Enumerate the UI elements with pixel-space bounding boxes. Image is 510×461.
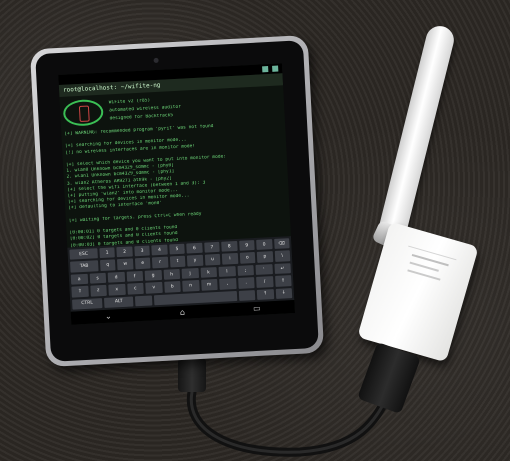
recent-apps-icon[interactable]: ▭ <box>253 304 261 313</box>
banner-text: WiFite v2 (r85) automated wireless audito… <box>109 96 182 122</box>
back-icon[interactable]: ⌄ <box>105 312 112 321</box>
adapter-label <box>391 245 457 318</box>
keyboard-key[interactable]: \ <box>274 250 291 262</box>
keyboard-key[interactable]: ' <box>255 263 273 276</box>
keyboard-key[interactable]: 2 <box>116 246 133 258</box>
keyboard-key[interactable]: ⇧ <box>274 275 292 287</box>
keyboard-key[interactable]: p <box>256 251 273 263</box>
keyboard-key[interactable]: r <box>152 256 169 269</box>
wifi-icon <box>262 66 269 73</box>
home-icon[interactable]: ⌂ <box>180 308 186 317</box>
banner-line: designed for Backtrack5 <box>109 113 174 122</box>
keyboard-key[interactable]: 9 <box>238 240 255 252</box>
keyboard-key[interactable]: s <box>89 272 107 284</box>
keyboard-key[interactable]: . <box>237 277 255 289</box>
keyboard-key[interactable]: ↑ <box>256 288 274 300</box>
keyboard-key[interactable]: 4 <box>151 244 168 256</box>
terminal-output: WiFite v2 (r85) automated wireless audito… <box>62 87 288 267</box>
onscreen-keyboard[interactable]: ESC 1 2 3 4 5 6 7 8 9 0 ⌫ TAB q w e r t y u i o p \ a s d f g h j k l; ' ↵… <box>67 236 295 312</box>
keyboard-key[interactable]: 0 <box>256 239 273 251</box>
keyboard-key[interactable]: q <box>99 259 116 271</box>
keyboard-key[interactable]: ↓ <box>275 287 293 299</box>
photo-scene: root@localhost: ~/wifite-ng WiFite v2 (r… <box>0 0 510 461</box>
keyboard-key[interactable]: 1 <box>99 247 116 259</box>
keyboard-key[interactable]: w <box>117 258 134 271</box>
keyboard-key[interactable]: b <box>163 281 181 293</box>
keyboard-key[interactable]: y <box>187 255 204 267</box>
keyboard-key[interactable]: 5 <box>168 243 185 255</box>
keyboard-key[interactable]: , <box>219 278 237 290</box>
tablet-device: root@localhost: ~/wifite-ng WiFite v2 (r… <box>29 34 325 368</box>
keyboard-key[interactable]: h <box>163 268 181 281</box>
keyboard-key[interactable]: ESC <box>69 248 98 261</box>
keyboard-key[interactable]: TAB <box>70 260 99 273</box>
keyboard-key[interactable]: z <box>89 285 107 297</box>
keyboard-key[interactable]: CTRL <box>71 297 103 310</box>
micro-usb-plug <box>178 358 206 392</box>
front-camera <box>153 57 159 64</box>
keyboard-key[interactable]: c <box>126 283 144 295</box>
keyboard-key[interactable]: ; <box>236 264 254 277</box>
keyboard-key[interactable]: o <box>239 252 256 264</box>
tablet-screen: root@localhost: ~/wifite-ng WiFite v2 (r… <box>58 63 296 325</box>
keyboard-key[interactable]: e <box>134 257 151 270</box>
keyboard-key[interactable]: 8 <box>221 240 238 253</box>
keyboard-key[interactable]: ALT <box>103 296 134 308</box>
keyboard-key[interactable]: ↵ <box>273 262 291 275</box>
keyboard-key[interactable] <box>238 289 256 301</box>
keyboard-key[interactable]: t <box>169 256 186 268</box>
keyboard-key[interactable]: j <box>181 267 199 280</box>
keyboard-key[interactable]: x <box>108 284 126 296</box>
keyboard-key[interactable]: l <box>218 265 236 278</box>
keyboard-key[interactable]: i <box>221 253 238 265</box>
keyboard-key[interactable]: v <box>145 282 163 294</box>
keyboard-key[interactable]: f <box>126 270 144 282</box>
keyboard-key[interactable]: 6 <box>186 242 203 254</box>
keyboard-key[interactable]: ⇧ <box>71 286 89 298</box>
tablet-bezel: root@localhost: ~/wifite-ng WiFite v2 (r… <box>35 40 319 362</box>
keyboard-key[interactable]: 3 <box>134 245 151 257</box>
keyboard-key[interactable] <box>135 295 153 307</box>
battery-icon <box>272 65 279 72</box>
keyboard-key[interactable]: / <box>256 276 274 288</box>
keyboard-key[interactable]: m <box>200 279 218 291</box>
keyboard-key[interactable]: ⌫ <box>273 238 290 250</box>
keyboard-key[interactable]: g <box>144 269 162 281</box>
keyboard-key[interactable]: u <box>204 254 221 266</box>
wifi-logo-icon <box>62 98 104 127</box>
keyboard-key[interactable]: n <box>182 280 200 292</box>
keyboard-key[interactable]: d <box>107 271 125 283</box>
keyboard-key[interactable]: a <box>70 273 88 285</box>
keyboard-key[interactable]: k <box>200 266 218 279</box>
keyboard-key[interactable]: 7 <box>203 241 220 254</box>
